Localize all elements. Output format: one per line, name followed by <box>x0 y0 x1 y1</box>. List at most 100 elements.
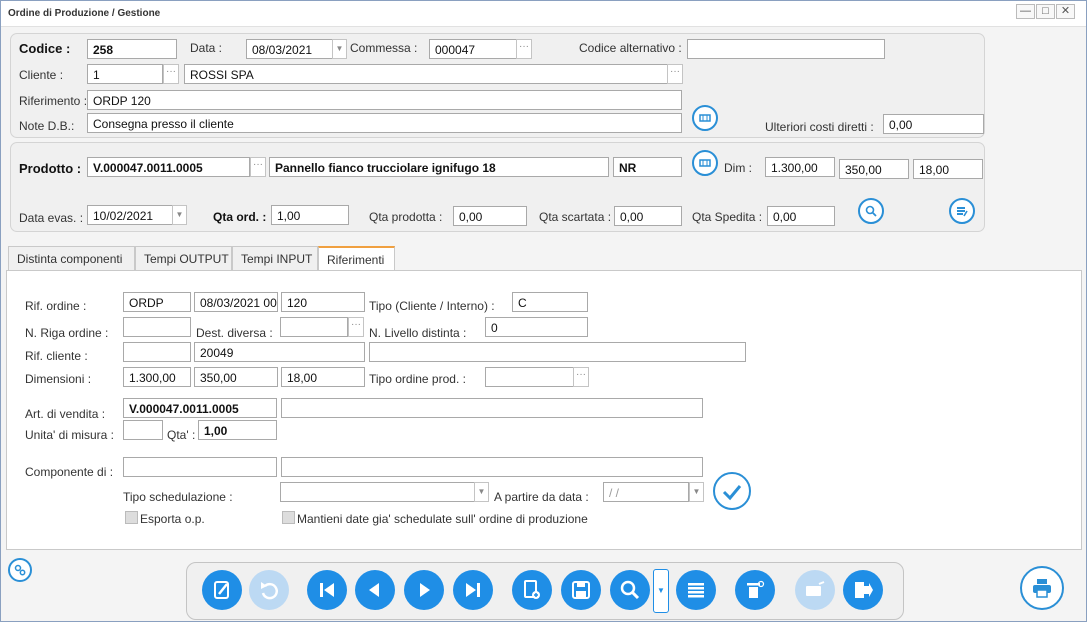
new-document-button[interactable] <box>512 570 552 610</box>
commessa-field[interactable]: 000047 <box>429 39 517 59</box>
dim1-field[interactable]: 1.300,00 <box>765 157 835 177</box>
previous-record-button[interactable] <box>355 570 395 610</box>
prodotto-code-field[interactable]: V.000047.0011.0005 <box>87 157 250 177</box>
first-icon <box>320 583 334 597</box>
delete-icon <box>747 580 765 598</box>
search-button[interactable] <box>610 570 650 610</box>
comp-2-field[interactable] <box>281 457 703 477</box>
rif-ordine-1-field[interactable]: ORDP <box>123 292 191 312</box>
tag-button[interactable] <box>795 570 835 610</box>
um-field[interactable]: NR <box>613 157 682 177</box>
cliente-name-lookup-icon[interactable]: ··· <box>667 64 683 84</box>
dest-field[interactable] <box>280 317 348 337</box>
codice-field[interactable]: 258 <box>87 39 177 59</box>
rif-dim3-field[interactable]: 18,00 <box>281 367 365 387</box>
codice-label: Codice : <box>19 41 71 56</box>
art-code-field[interactable]: V.000047.0011.0005 <box>123 398 277 418</box>
prodotto-lookup-icon[interactable]: ··· <box>250 157 266 177</box>
tipo-ord-label: Tipo ordine prod. : <box>369 372 466 386</box>
commessa-lookup-icon[interactable]: ··· <box>516 39 532 59</box>
qta-prod-label: Qta prodotta : <box>369 210 443 224</box>
rif-dim1-field[interactable]: 1.300,00 <box>123 367 191 387</box>
qta-sped-field[interactable]: 0,00 <box>767 206 835 226</box>
list-button[interactable] <box>676 570 716 610</box>
n-riga-field[interactable] <box>123 317 191 337</box>
data-dropdown-icon[interactable]: ▼ <box>332 39 347 59</box>
product-details-button[interactable] <box>692 150 718 176</box>
close-button[interactable]: ✕ <box>1056 4 1075 19</box>
delete-button[interactable] <box>735 570 775 610</box>
note-details-button[interactable] <box>692 105 718 131</box>
tipo-ord-lookup-icon[interactable]: ··· <box>573 367 589 387</box>
tipo-field[interactable]: C <box>512 292 588 312</box>
undo-icon <box>261 582 278 600</box>
rif-ordine-label: Rif. ordine : <box>25 299 87 313</box>
n-livello-field[interactable]: 0 <box>485 317 588 337</box>
undo-button[interactable] <box>249 570 289 610</box>
first-record-button[interactable] <box>307 570 347 610</box>
dim2-field[interactable]: 350,00 <box>839 159 909 179</box>
minimize-button[interactable]: — <box>1016 4 1035 19</box>
qta-ord-field[interactable]: 1,00 <box>271 205 349 225</box>
rif-um-field[interactable] <box>123 420 163 440</box>
note-label: Note D.B.: <box>19 119 75 133</box>
grid-icon <box>699 159 711 167</box>
tab-distinta[interactable]: Distinta componenti <box>8 246 135 271</box>
qta-sped-label: Qta Spedita : <box>692 210 763 224</box>
exit-button[interactable] <box>843 570 883 610</box>
tab-riferimenti[interactable]: Riferimenti <box>318 246 395 272</box>
tipo-sched-dropdown-icon[interactable]: ▼ <box>474 482 489 502</box>
rif-dim2-field[interactable]: 350,00 <box>194 367 278 387</box>
save-button[interactable] <box>561 570 601 610</box>
data-label: Data : <box>190 41 223 55</box>
rif-cliente-2-field[interactable]: 20049 <box>194 342 365 362</box>
codice-alt-field[interactable] <box>687 39 885 59</box>
rif-cliente-3-field[interactable] <box>369 342 746 362</box>
rif-ordine-2-field[interactable]: 08/03/2021 00 <box>194 292 278 312</box>
riferimento-field[interactable]: ORDP 120 <box>87 90 682 110</box>
data-field[interactable]: 08/03/2021 <box>246 39 334 59</box>
comp-1-field[interactable] <box>123 457 277 477</box>
costi-label: Ulteriori costi diretti : <box>765 120 874 134</box>
print-button[interactable] <box>1020 566 1064 610</box>
cliente-lookup-icon[interactable]: ··· <box>163 64 179 84</box>
navigation-toolbar: ▼ <box>186 562 904 620</box>
dest-lookup-icon[interactable]: ··· <box>348 317 364 337</box>
mantieni-checkbox[interactable] <box>282 511 295 524</box>
qta-field[interactable]: 1,00 <box>198 420 277 440</box>
prodotto-label: Prodotto : <box>19 161 82 176</box>
last-record-button[interactable] <box>453 570 493 610</box>
cliente-name-field[interactable]: ROSSI SPA <box>184 64 668 84</box>
qta-scart-field[interactable]: 0,00 <box>614 206 682 226</box>
tab-tempi-input[interactable]: Tempi INPUT <box>232 246 318 271</box>
rif-cliente-1-field[interactable] <box>123 342 191 362</box>
art-desc-field[interactable] <box>281 398 703 418</box>
rif-ordine-3-field[interactable]: 120 <box>281 292 365 312</box>
edit-list-icon <box>957 207 968 217</box>
dim3-field[interactable]: 18,00 <box>913 159 983 179</box>
cliente-code-field[interactable]: 1 <box>87 64 163 84</box>
product-search-button[interactable] <box>858 198 884 224</box>
note-field[interactable]: Consegna presso il cliente <box>87 113 682 133</box>
search-dropdown[interactable]: ▼ <box>653 569 669 613</box>
tipo-sched-field[interactable] <box>280 482 475 502</box>
data-evas-field[interactable]: 10/02/2021 <box>87 205 173 225</box>
print-icon <box>1033 579 1051 598</box>
data-evas-dropdown-icon[interactable]: ▼ <box>172 205 187 225</box>
esporta-checkbox[interactable] <box>125 511 138 524</box>
qta-prod-field[interactable]: 0,00 <box>453 206 527 226</box>
n-livello-label: N. Livello distinta : <box>369 326 467 340</box>
next-record-button[interactable] <box>404 570 444 610</box>
tab-tempi-output[interactable]: Tempi OUTPUT <box>135 246 232 271</box>
confirm-button[interactable] <box>713 472 751 510</box>
a-partire-field[interactable]: / / <box>603 482 689 502</box>
maximize-button[interactable]: □ <box>1036 4 1055 19</box>
dim-label: Dim : <box>724 161 752 175</box>
settings-button[interactable] <box>8 558 32 582</box>
costi-field[interactable]: 0,00 <box>883 114 984 134</box>
prodotto-desc-field[interactable]: Pannello fianco trucciolare ignifugo 18 <box>269 157 609 177</box>
a-partire-dropdown-icon[interactable]: ▼ <box>689 482 704 502</box>
tipo-ord-field[interactable] <box>485 367 574 387</box>
edit-button[interactable] <box>202 570 242 610</box>
product-edit-button[interactable] <box>949 198 975 224</box>
